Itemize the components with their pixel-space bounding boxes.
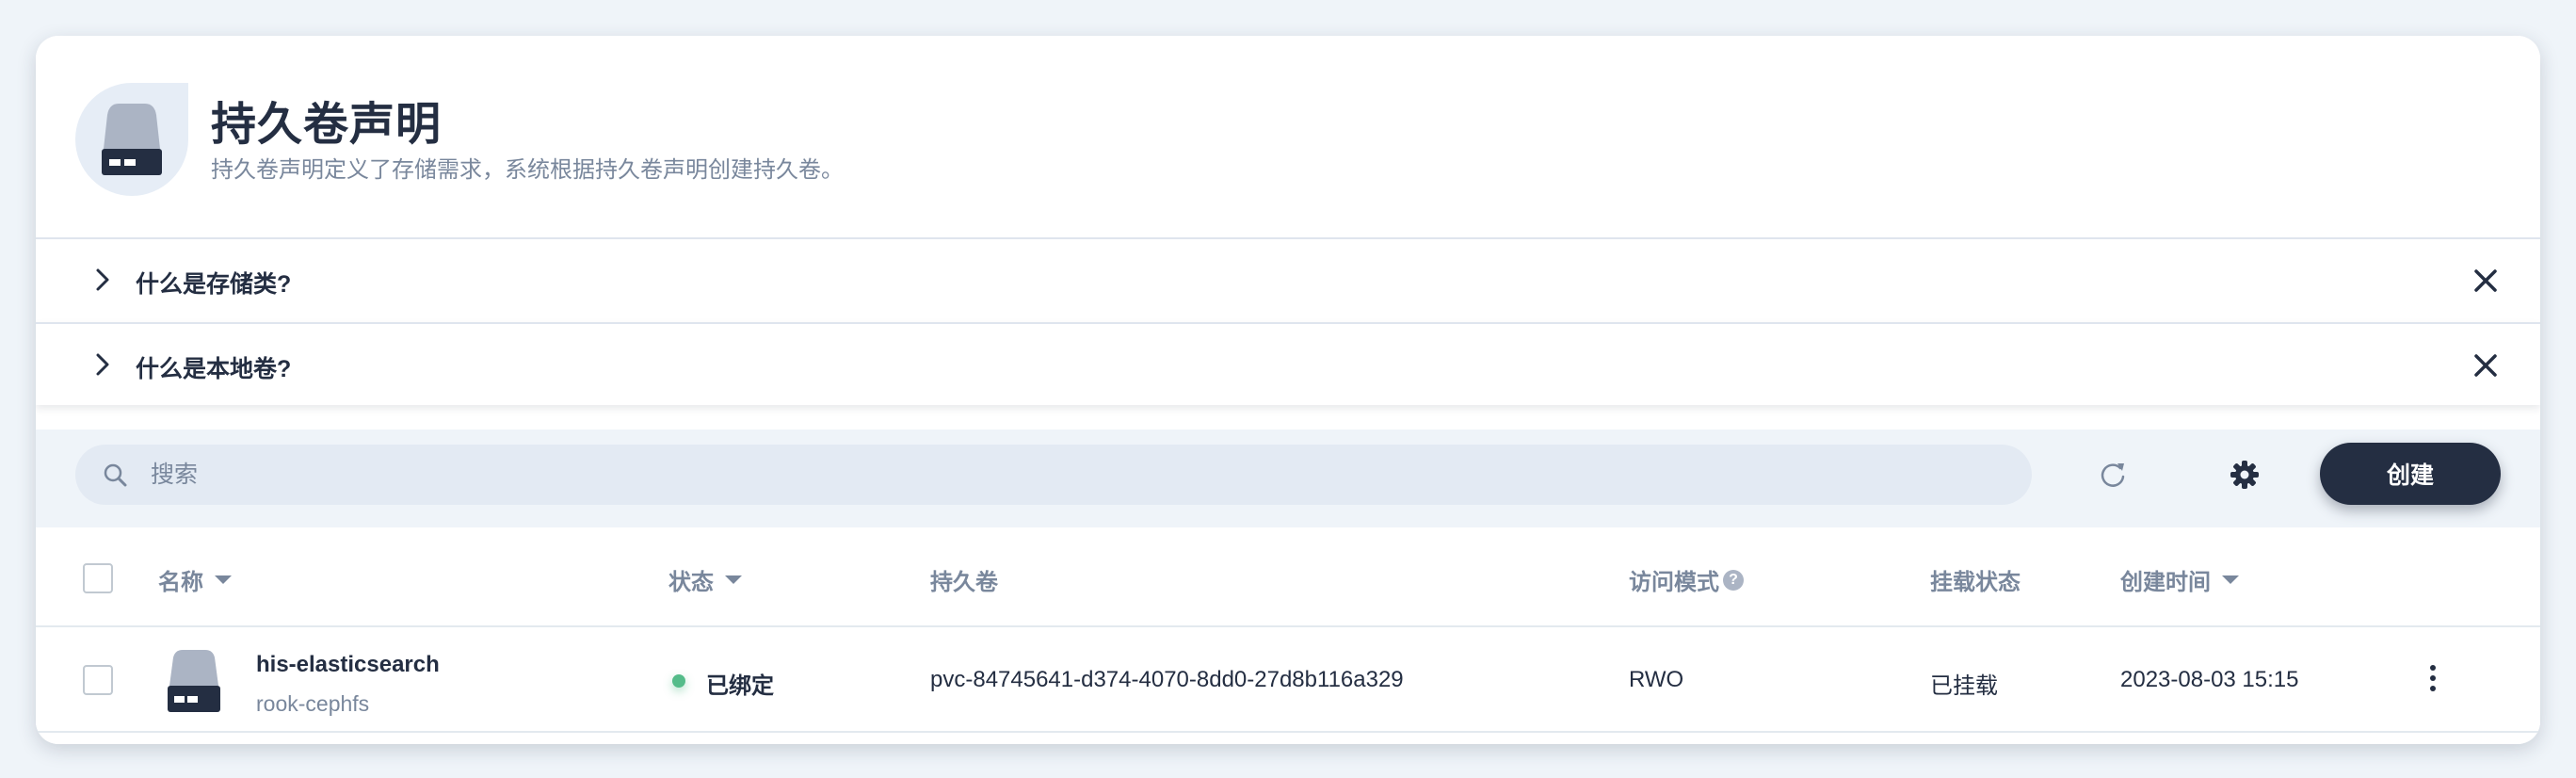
column-label: 持久卷 [930,570,998,595]
status-text: 已绑定 [706,673,774,699]
column-label: 名称 [158,570,203,595]
access-mode-cell: RWO [1629,667,1684,692]
select-all-checkbox[interactable] [83,563,113,593]
accordion-local-volume[interactable]: 什么是本地卷? [36,322,2540,405]
table-header: 名称 状态 持久卷 访问模式 ? 挂载状态 创建时间 [36,527,2540,627]
storage-class-text: rook-cephfs [256,691,370,716]
page-title: 持久卷声明 [211,100,443,150]
page-description: 持久卷声明定义了存储需求，系统根据持久卷声明创建持久卷。 [211,157,844,183]
column-mount-status-header: 挂载状态 [1930,563,2021,596]
page-canvas: 持久卷声明 持久卷声明定义了存储需求，系统根据持久卷声明创建持久卷。 什么是存储… [0,0,2576,778]
volume-cell: pvc-84745641-d374-4070-8dd0-27d8b116a329 [930,667,1404,692]
gear-icon[interactable] [2218,448,2271,501]
search-input[interactable] [151,445,1996,505]
column-volume-header: 持久卷 [930,563,998,596]
pvc-table: 名称 状态 持久卷 访问模式 ? 挂载状态 创建时间 his-elasticse… [36,527,2540,744]
mount-status-cell: 已挂载 [1930,673,1998,699]
status-dot-icon [672,674,685,688]
chevron-right-icon [96,353,109,376]
chevron-right-icon [96,268,109,291]
row-checkbox[interactable] [83,665,113,695]
refresh-icon[interactable] [2086,448,2139,501]
close-icon[interactable] [2471,266,2501,296]
close-icon[interactable] [2471,350,2501,381]
column-status-header[interactable]: 状态 [668,563,742,596]
column-created-header[interactable]: 创建时间 [2120,563,2239,596]
more-vertical-icon[interactable] [2425,661,2440,699]
disk-icon [168,650,220,712]
column-label: 状态 [668,570,714,595]
table-row[interactable]: his-elasticsearch rook-cephfs 已绑定 pvc-84… [36,627,2540,733]
accordion-label: 什么是存储类? [136,271,292,298]
caret-down-icon [725,575,742,584]
search-box[interactable] [75,445,2032,505]
column-name-header[interactable]: 名称 [158,563,232,596]
pvc-name-link[interactable]: his-elasticsearch [256,652,440,678]
column-access-mode-header: 访问模式 ? [1629,563,1744,596]
caret-down-icon [215,575,232,584]
column-label: 创建时间 [2120,570,2211,595]
column-label: 挂载状态 [1930,570,2021,595]
caret-down-icon [2222,575,2239,584]
page-header: 持久卷声明 持久卷声明定义了存储需求，系统根据持久卷声明创建持久卷。 [36,36,2540,239]
accordion-storage-class[interactable]: 什么是存储类? [36,237,2540,320]
search-icon [104,463,127,487]
toolbar: 创建 [36,430,2540,533]
create-button[interactable]: 创建 [2320,443,2501,505]
disk-icon [75,83,188,196]
column-label: 访问模式 [1629,570,1719,595]
pvc-panel: 持久卷声明 持久卷声明定义了存储需求，系统根据持久卷声明创建持久卷。 什么是存储… [36,36,2540,744]
created-time-cell: 2023-08-03 15:15 [2120,667,2299,692]
accordion-label: 什么是本地卷? [136,356,292,382]
help-icon[interactable]: ? [1723,569,1744,591]
